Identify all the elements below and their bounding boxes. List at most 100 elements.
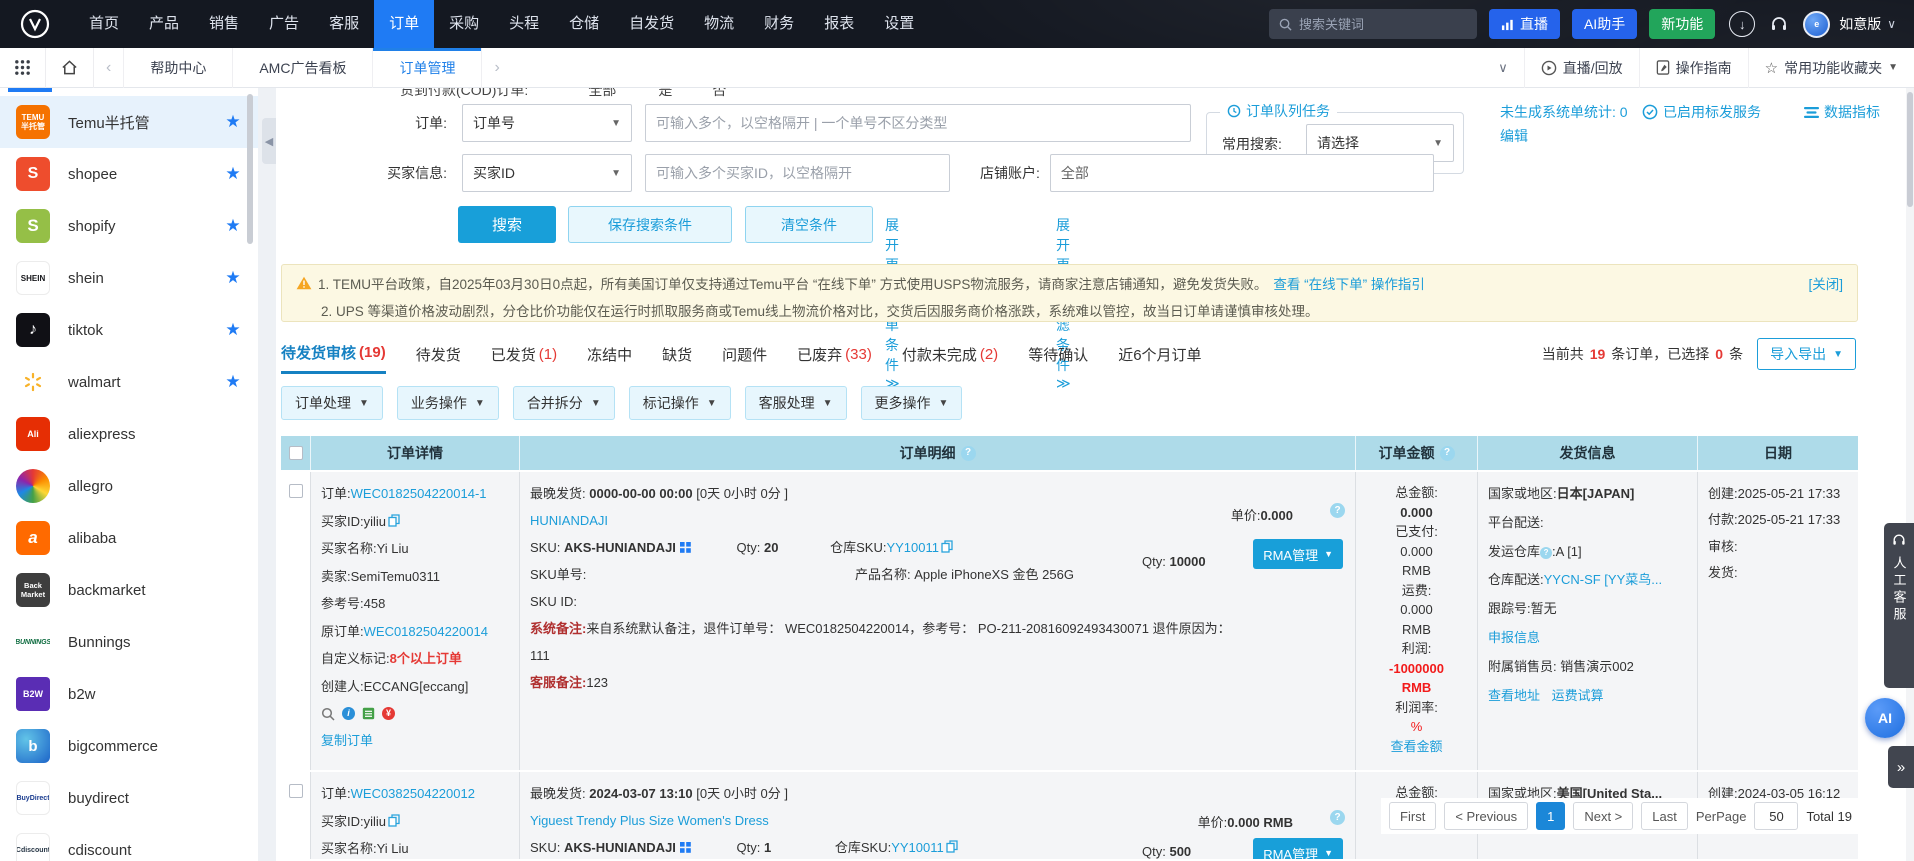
label-service-status[interactable]: 已启用标发服务 — [1642, 102, 1761, 122]
favorite-star-icon[interactable] — [224, 372, 242, 392]
order-queue-task-link[interactable]: 订单队列任务 — [1220, 101, 1337, 121]
tab-to-ship[interactable]: 待发货 — [416, 334, 461, 374]
data-metrics-link[interactable]: 数据指标 — [1804, 102, 1880, 122]
live-button[interactable]: 直播 — [1489, 9, 1560, 39]
mark-ops-dropdown[interactable]: 标记操作▼ — [629, 386, 731, 420]
menu-reports[interactable]: 报表 — [809, 0, 869, 48]
menu-purchase[interactable]: 采购 — [434, 0, 494, 48]
sidebar-item-tiktok[interactable]: ♪ tiktok — [0, 304, 258, 356]
cod-option-all[interactable]: 全部 — [588, 88, 616, 100]
import-export-button[interactable]: 导入导出▼ — [1757, 338, 1856, 370]
guide-link[interactable]: 操作指南 — [1639, 48, 1748, 88]
page-first-button[interactable]: First — [1389, 802, 1436, 830]
global-search[interactable] — [1269, 9, 1477, 39]
rma-manage-button[interactable]: RMA管理▼ — [1253, 539, 1343, 569]
favorites-link[interactable]: ☆ 常用功能收藏夹 ▼ — [1748, 48, 1914, 88]
product-title-link[interactable]: HUNIANDAJI — [530, 513, 608, 528]
search-button[interactable]: 搜索 — [458, 206, 556, 243]
page-number-button[interactable]: 1 — [1536, 802, 1565, 830]
sidebar-scrollbar[interactable] — [247, 94, 253, 244]
favorite-star-icon[interactable] — [224, 164, 242, 184]
view-address-link[interactable]: 查看地址 — [1488, 688, 1540, 703]
customer-service-dropdown[interactable]: 客服处理▼ — [745, 386, 847, 420]
menu-ads[interactable]: 广告 — [254, 0, 314, 48]
copy-icon[interactable] — [946, 840, 958, 853]
copy-icon[interactable] — [941, 540, 953, 553]
order-process-dropdown[interactable]: 订单处理▼ — [281, 386, 383, 420]
tab-out-of-stock[interactable]: 缺货 — [662, 334, 692, 374]
sidebar-item-aliexpress[interactable]: Ali aliexpress — [0, 408, 258, 460]
more-ops-dropdown[interactable]: 更多操作▼ — [861, 386, 963, 420]
shop-account-input[interactable] — [1050, 154, 1434, 192]
warehouse-sku-link[interactable]: YY10011 — [891, 840, 944, 855]
tab-frozen[interactable]: 冻结中 — [587, 334, 632, 374]
copy-order-link[interactable]: 复制订单 — [321, 733, 373, 748]
sidebar-item-walmart[interactable]: walmart — [0, 356, 258, 408]
tab-order-management[interactable]: 订单管理 — [373, 48, 482, 88]
headset-icon[interactable] — [1769, 14, 1789, 34]
order-type-select[interactable]: 订单号 ▼ — [462, 104, 632, 142]
menu-selfship[interactable]: 自发货 — [614, 0, 689, 48]
help-icon[interactable]: ? — [961, 446, 976, 461]
order-number-link[interactable]: WEC0382504220012 — [351, 786, 475, 801]
menu-logistics[interactable]: 物流 — [689, 0, 749, 48]
row-checkbox[interactable] — [289, 484, 303, 498]
menu-sales[interactable]: 销售 — [194, 0, 254, 48]
view-amount-link[interactable]: 查看金额 — [1390, 739, 1442, 754]
tabs-dropdown-icon[interactable]: ∨ — [1482, 60, 1524, 76]
warehouse-delivery-link[interactable]: YYCN-SF [YY菜鸟... — [1544, 572, 1662, 587]
sidebar-item-temu[interactable]: TEMU半托管 Temu半托管 — [0, 96, 258, 148]
merge-split-dropdown[interactable]: 合并拆分▼ — [513, 386, 615, 420]
sidebar-item-allegro[interactable]: allegro — [0, 460, 258, 512]
save-search-button[interactable]: 保存搜索条件 — [568, 206, 732, 243]
sidebar-item-buydirect[interactable]: BuyDirect buydirect — [0, 772, 258, 824]
business-ops-dropdown[interactable]: 业务操作▼ — [397, 386, 499, 420]
clear-conditions-button[interactable]: 清空条件 — [745, 206, 873, 243]
page-last-button[interactable]: Last — [1641, 802, 1688, 830]
multi-sku-icon[interactable] — [680, 542, 691, 553]
sidebar-collapse-handle[interactable]: ◀ — [262, 118, 276, 164]
view-detail-icon[interactable] — [321, 707, 335, 721]
sidebar-item-bigcommerce[interactable]: b bigcommerce — [0, 720, 258, 772]
notice-close-link[interactable]: [关闭] — [1808, 273, 1843, 293]
tab-awaiting-confirm[interactable]: 等待确认 — [1028, 334, 1088, 374]
multi-sku-icon[interactable] — [680, 842, 691, 853]
money-bag-icon[interactable]: ¥ — [382, 707, 395, 720]
menu-product[interactable]: 产品 — [134, 0, 194, 48]
freight-estimate-link[interactable]: 运费试算 — [1552, 688, 1604, 703]
notice-guide-link[interactable]: 查看 “在线下单” 操作指引 — [1273, 273, 1425, 293]
sidebar-item-cdiscount[interactable]: Cdiscount cdiscount — [0, 824, 258, 861]
copy-icon[interactable] — [388, 514, 400, 527]
tab-last-6-months[interactable]: 近6个月订单 — [1118, 334, 1201, 374]
live-replay-link[interactable]: 直播/回放 — [1524, 48, 1639, 88]
tab-amc-dashboard[interactable]: AMC广告看板 — [233, 48, 373, 88]
menu-home[interactable]: 首页 — [74, 0, 134, 48]
main-scrollbar-thumb[interactable] — [1907, 92, 1913, 207]
tabs-scroll-right-icon[interactable]: › — [482, 59, 511, 77]
user-avatar[interactable]: e — [1803, 11, 1830, 38]
download-icon[interactable]: ↓ — [1729, 11, 1755, 37]
tab-shipped[interactable]: 已发货(1) — [491, 334, 557, 374]
perpage-input[interactable] — [1754, 802, 1798, 830]
buyer-id-input[interactable] — [645, 154, 950, 192]
version-label[interactable]: 如意版 — [1839, 14, 1881, 34]
sidebar-item-alibaba[interactable]: a alibaba — [0, 512, 258, 564]
app-grid-icon[interactable] — [0, 59, 45, 76]
menu-warehouse[interactable]: 仓储 — [554, 0, 614, 48]
home-tab-icon[interactable] — [46, 48, 94, 88]
buyer-type-select[interactable]: 买家ID ▼ — [462, 154, 632, 192]
help-icon[interactable]: ? — [1440, 446, 1455, 461]
warehouse-sku-link[interactable]: YY10011 — [886, 540, 939, 555]
sidebar-item-shopee[interactable]: S shopee — [0, 148, 258, 200]
tab-unpaid[interactable]: 付款未完成(2) — [902, 334, 998, 374]
sheet-icon[interactable] — [362, 707, 375, 720]
customer-service-panel[interactable]: 人工客服 — [1884, 523, 1914, 688]
ai-float-button[interactable]: AI — [1865, 698, 1905, 738]
rma-manage-button[interactable]: RMA管理▼ — [1253, 838, 1343, 859]
menu-finance[interactable]: 财务 — [749, 0, 809, 48]
order-number-link[interactable]: WEC0182504220014-1 — [351, 486, 487, 501]
favorite-star-icon[interactable] — [224, 268, 242, 288]
new-feature-button[interactable]: 新功能 — [1649, 9, 1715, 39]
menu-orders[interactable]: 订单 — [374, 0, 434, 48]
favorite-star-icon[interactable] — [224, 320, 242, 340]
